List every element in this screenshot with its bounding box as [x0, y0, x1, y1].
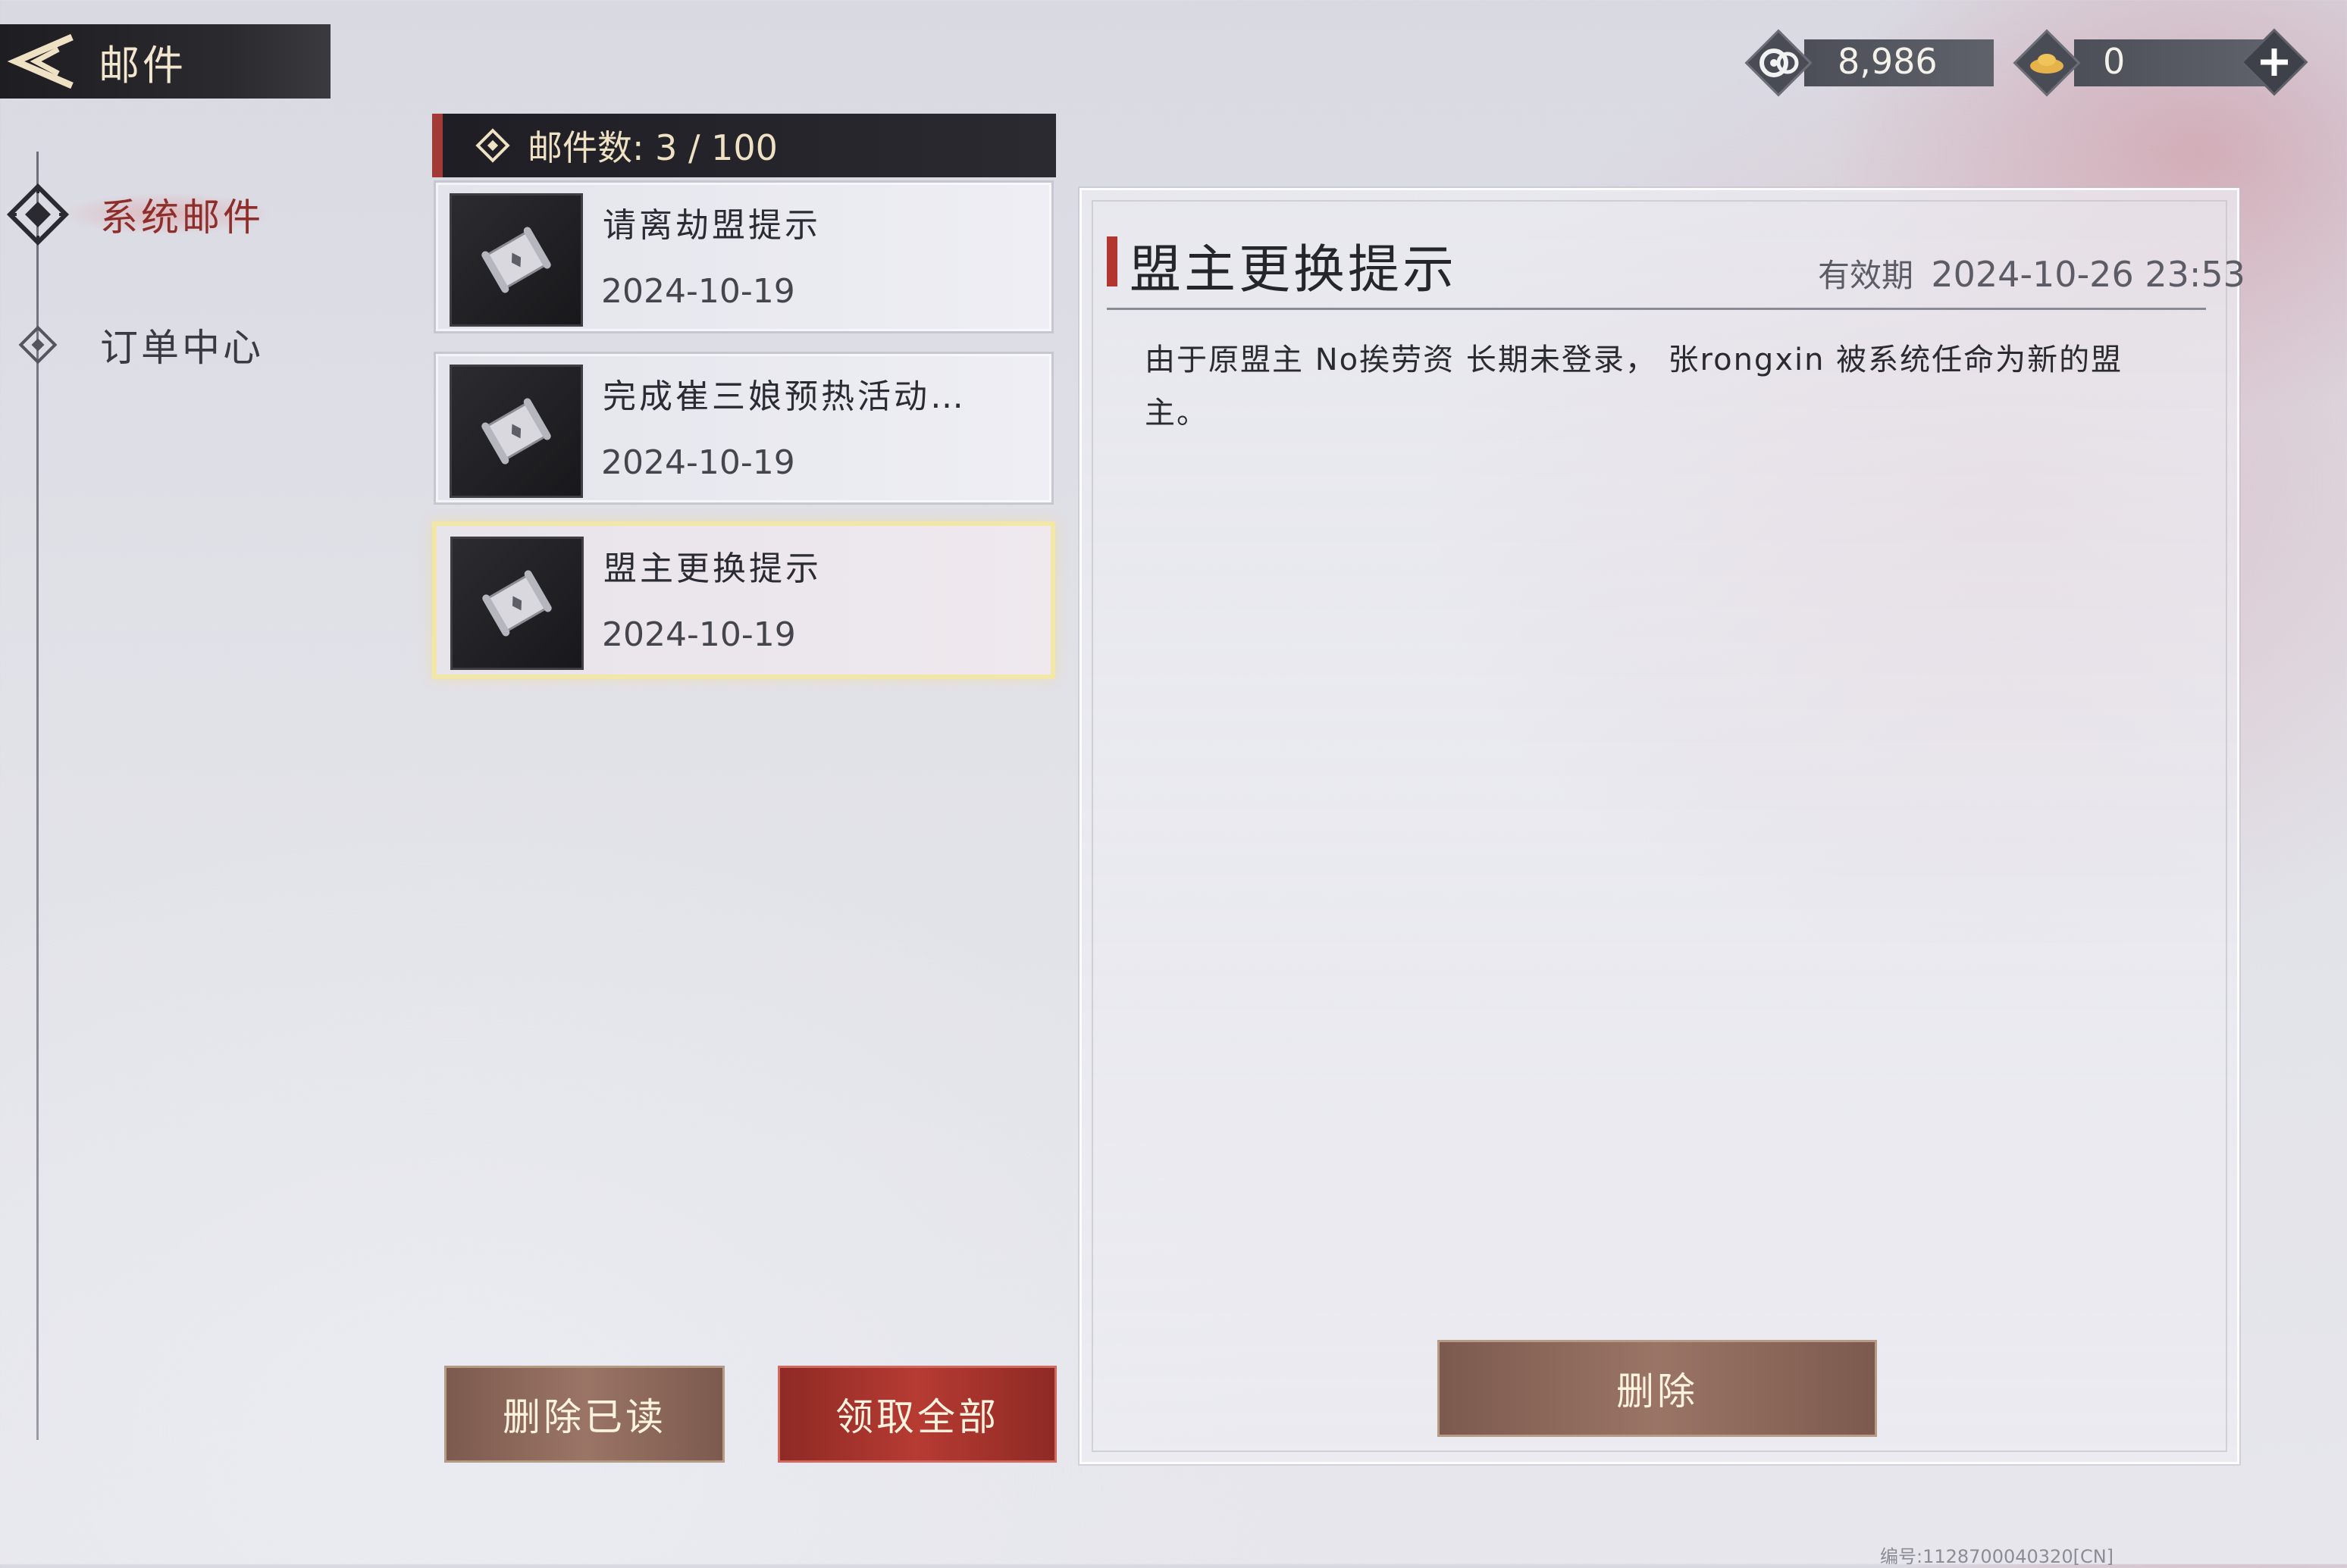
- validity-value: 2024-10-26 23:53: [1931, 254, 2245, 295]
- mail-title: 完成崔三娘预热活动…: [603, 377, 967, 416]
- plus-icon[interactable]: [2238, 26, 2311, 99]
- mail-item[interactable]: 请离劫盟提示 2024-10-19: [434, 180, 1054, 333]
- mail-item-selected[interactable]: 盟主更换提示 2024-10-19: [432, 521, 1055, 679]
- sidebar-item-label: 订单中心: [100, 326, 264, 370]
- mail-title: 盟主更换提示: [603, 549, 822, 588]
- mail-detail-title: 盟主更换提示: [1130, 240, 1458, 300]
- ingot-value: 0: [2103, 41, 2126, 82]
- mail-count-bar: 邮件数: 3 / 100: [432, 114, 1056, 177]
- claim-all-label: 领取全部: [835, 1395, 999, 1439]
- silver-coin-icon: [1744, 28, 1813, 98]
- mail-body: 由于原盟主 No挨劳资 长期未登录， 张rongxin 被系统任命为新的盟主。: [1145, 343, 2123, 430]
- sidebar-item-system-mail[interactable]: 系统邮件: [6, 180, 264, 249]
- divider: [1107, 308, 2206, 310]
- sidebar-item-label: 系统邮件: [100, 196, 264, 239]
- diamond-small-icon: [15, 322, 61, 368]
- mail-count: 邮件数: 3 / 100: [528, 127, 778, 168]
- delete-label: 删除: [1616, 1369, 1698, 1413]
- scroll-icon: [450, 537, 584, 670]
- sidebar-item-order-center[interactable]: 订单中心: [15, 311, 264, 379]
- title-bar: 邮件: [0, 24, 331, 99]
- diamond-emblem-icon: [6, 183, 70, 246]
- back-arrow-icon[interactable]: [0, 24, 83, 99]
- diamond-small-icon: [473, 126, 512, 165]
- claim-all-button[interactable]: 领取全部: [778, 1366, 1057, 1463]
- page-title: 邮件: [99, 41, 186, 89]
- mail-date: 2024-10-19: [602, 615, 796, 654]
- mail-date: 2024-10-19: [601, 272, 795, 311]
- delete-button[interactable]: 删除: [1437, 1340, 1877, 1437]
- scroll-icon: [450, 193, 583, 327]
- mail-item[interactable]: 完成崔三娘预热活动… 2024-10-19: [434, 352, 1054, 505]
- title-accent: [1107, 236, 1117, 286]
- mail-title: 请离劫盟提示: [603, 206, 821, 245]
- validity: 有效期 2024-10-26 23:53: [1818, 250, 2245, 296]
- scroll-icon: [450, 365, 583, 498]
- delete-read-label: 删除已读: [503, 1395, 666, 1439]
- mail-date: 2024-10-19: [601, 443, 795, 482]
- validity-label: 有效期: [1818, 257, 1914, 294]
- gold-ingot-icon: [2012, 28, 2082, 98]
- silver-value: 8,986: [1838, 41, 1938, 82]
- delete-read-button[interactable]: 删除已读: [444, 1366, 725, 1463]
